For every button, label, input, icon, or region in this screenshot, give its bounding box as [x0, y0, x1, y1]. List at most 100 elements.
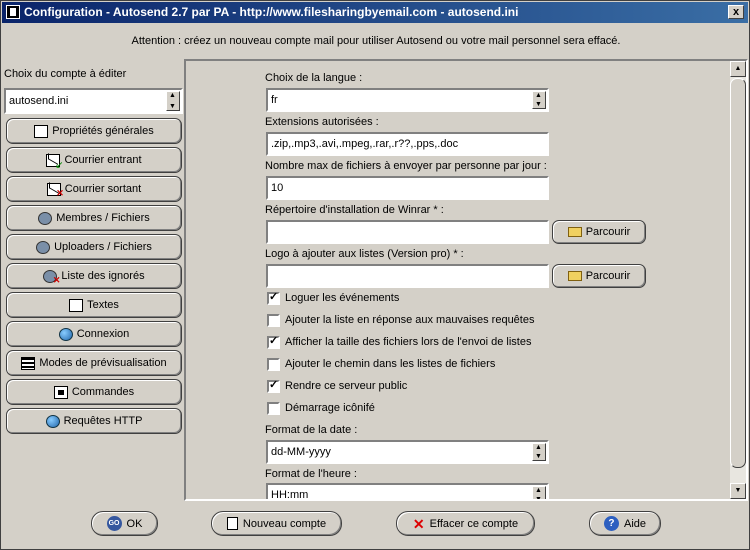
checkbox-box[interactable]: [267, 401, 280, 415]
help-label: Aide: [623, 517, 647, 530]
checkbox-box[interactable]: [267, 334, 280, 349]
connection-globe-icon: [58, 327, 73, 341]
winrar-dir-field[interactable]: [266, 220, 549, 244]
app-icon: [6, 5, 20, 19]
scroll-up-arrow-icon[interactable]: ▲: [730, 61, 746, 77]
nav-texts-button[interactable]: Textes: [6, 292, 182, 318]
nav-label: Modes de prévisualisation: [39, 357, 167, 369]
checkbox-label: Ajouter la liste en réponse aux mauvaise…: [285, 314, 535, 326]
public-server-checkbox[interactable]: Rendre ce serveur public: [267, 378, 407, 394]
nav-label: Membres / Fichiers: [56, 212, 150, 224]
delete-x-icon: ✕: [412, 515, 425, 532]
nav-label: Propriétés générales: [52, 125, 154, 137]
nav-label: Textes: [87, 299, 119, 311]
ok-label: OK: [126, 517, 143, 530]
close-button[interactable]: x: [728, 5, 744, 19]
nav-label: Connexion: [76, 328, 130, 340]
language-select[interactable]: fr: [266, 88, 549, 112]
outgoing-mail-icon: [46, 182, 64, 199]
go-icon: GO: [106, 516, 122, 531]
account-select-spinner[interactable]: [166, 91, 180, 111]
checkbox-box[interactable]: [267, 313, 280, 327]
add-list-reply-checkbox[interactable]: Ajouter la liste en réponse aux mauvaise…: [267, 312, 534, 328]
start-minimized-checkbox[interactable]: Démarrage icônifé: [267, 400, 375, 416]
help-icon: ?: [603, 516, 619, 531]
delete-account-label: Effacer ce compte: [429, 517, 519, 530]
members-gear-icon: [38, 211, 53, 225]
checkbox-label: Loguer les événements: [285, 292, 400, 304]
time-format-value: HH:mm: [271, 489, 309, 499]
checkbox-box[interactable]: [267, 290, 280, 305]
language-select-spinner[interactable]: [532, 91, 546, 109]
log-events-checkbox[interactable]: Loguer les événements: [267, 290, 399, 306]
nav-label: Uploaders / Fichiers: [54, 241, 152, 253]
folder-icon: [567, 227, 582, 237]
account-select[interactable]: autosend.ini: [4, 88, 183, 114]
winrar-dir-label: Répertoire d'installation de Winrar * :: [265, 204, 444, 216]
logo-field[interactable]: [266, 264, 549, 288]
checkbox-label: Démarrage icônifé: [285, 402, 375, 414]
date-format-value: dd-MM-yyyy: [271, 446, 331, 458]
delete-account-button[interactable]: ✕ Effacer ce compte: [396, 511, 535, 536]
nav-label: Commandes: [71, 386, 135, 398]
time-format-label: Format de l'heure :: [265, 468, 357, 480]
date-format-spinner[interactable]: [532, 443, 546, 461]
time-format-select[interactable]: HH:mm: [266, 483, 549, 499]
vertical-scrollbar[interactable]: ▲ ▼: [730, 61, 746, 499]
nav-connection-button[interactable]: Connexion: [6, 321, 182, 347]
show-file-size-checkbox[interactable]: Afficher la taille des fichiers lors de …: [267, 334, 531, 350]
new-account-button[interactable]: Nouveau compte: [211, 511, 342, 536]
checkbox-label: Rendre ce serveur public: [285, 380, 408, 392]
scroll-thumb[interactable]: [730, 78, 746, 468]
nav-commands-button[interactable]: Commandes: [6, 379, 182, 405]
config-window: Configuration - Autosend 2.7 par PA - ht…: [0, 0, 750, 550]
preview-modes-icon: [21, 356, 36, 370]
scroll-down-arrow-icon[interactable]: ▼: [730, 483, 746, 499]
nav-general-properties-button[interactable]: Propriétés générales: [6, 118, 182, 144]
add-path-checkbox[interactable]: Ajouter le chemin dans les listes de fic…: [267, 356, 495, 372]
winrar-browse-button[interactable]: Parcourir: [552, 220, 646, 244]
checkbox-label: Ajouter le chemin dans les listes de fic…: [285, 358, 496, 370]
account-select-value: autosend.ini: [9, 95, 69, 107]
time-format-clip: HH:mm: [266, 483, 549, 499]
nav-label: Liste des ignorés: [61, 270, 145, 282]
nav-uploaders-files-button[interactable]: Uploaders / Fichiers: [6, 234, 182, 260]
date-format-select[interactable]: dd-MM-yyyy: [266, 440, 549, 464]
browse-label: Parcourir: [585, 226, 631, 238]
nav-ignored-list-button[interactable]: Liste des ignorés: [6, 263, 182, 289]
nav-incoming-mail-button[interactable]: Courrier entrant: [6, 147, 182, 173]
nav-preview-modes-button[interactable]: Modes de prévisualisation: [6, 350, 182, 376]
nav-members-files-button[interactable]: Membres / Fichiers: [6, 205, 182, 231]
new-account-label: Nouveau compte: [242, 517, 327, 530]
nav-outgoing-mail-button[interactable]: Courrier sortant: [6, 176, 182, 202]
extensions-label: Extensions autorisées :: [265, 116, 379, 128]
ignored-list-icon: [43, 269, 60, 286]
properties-icon: [34, 124, 49, 138]
warning-notice: Attention : créez un nouveau compte mail…: [131, 35, 621, 47]
extensions-field[interactable]: .zip,.mp3,.avi,.mpeg,.rar,.r??,.pps,.doc: [266, 132, 549, 156]
language-select-value: fr: [271, 94, 278, 106]
max-files-label: Nombre max de fichiers à envoyer par per…: [265, 160, 547, 172]
time-format-spinner[interactable]: [532, 486, 546, 499]
window-title: Configuration - Autosend 2.7 par PA - ht…: [24, 5, 519, 19]
nav-label: Requêtes HTTP: [63, 415, 143, 427]
logo-label: Logo à ajouter aux listes (Version pro) …: [265, 248, 464, 260]
title-bar: Configuration - Autosend 2.7 par PA - ht…: [2, 2, 748, 23]
language-label: Choix de la langue :: [265, 72, 363, 84]
checkbox-box[interactable]: [267, 378, 280, 393]
incoming-mail-icon: [46, 153, 63, 171]
commands-icon: [53, 385, 68, 399]
nav-label: Courrier entrant: [64, 154, 142, 166]
checkbox-box[interactable]: [267, 357, 280, 371]
nav-http-requests-button[interactable]: Requêtes HTTP: [6, 408, 182, 434]
account-label: Choix du compte à éditer: [4, 68, 127, 80]
new-document-icon: [226, 517, 238, 530]
nav-label: Courrier sortant: [64, 183, 142, 195]
max-files-field[interactable]: 10: [266, 176, 549, 200]
http-globe-icon: [45, 414, 60, 428]
help-button[interactable]: ? Aide: [589, 511, 661, 536]
ok-button[interactable]: GO OK: [91, 511, 158, 536]
logo-browse-button[interactable]: Parcourir: [552, 264, 646, 288]
texts-icon: [69, 298, 84, 312]
checkbox-label: Afficher la taille des fichiers lors de …: [285, 336, 532, 348]
